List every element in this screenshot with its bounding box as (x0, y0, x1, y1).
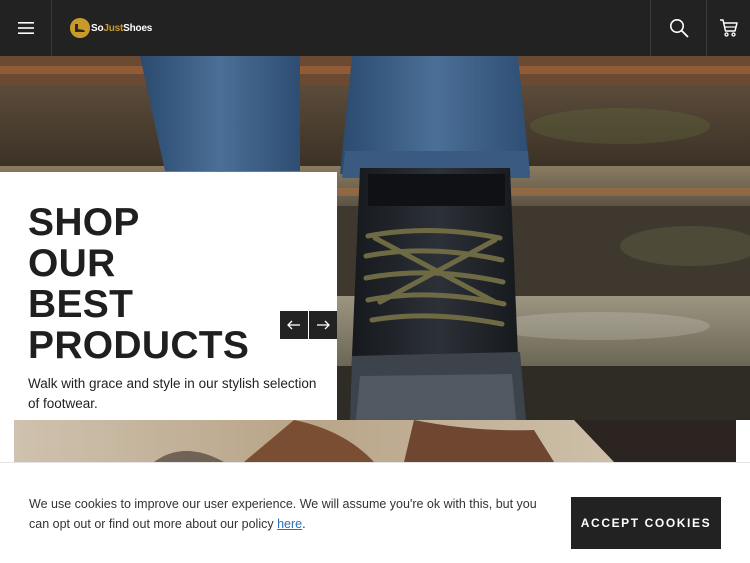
hero-text-panel: SHOP OUR BEST PRODUCTS Walk with grace a… (0, 172, 337, 420)
hero-title-line: OUR (28, 242, 116, 285)
cookie-consent-bar: We use cookies to improve our user exper… (0, 462, 750, 563)
hero-title: SHOP OUR BEST PRODUCTS (28, 202, 328, 366)
secondary-banner-image (14, 420, 736, 462)
slider-next-button[interactable] (309, 311, 337, 339)
search-button[interactable] (650, 0, 706, 56)
cookie-message-end: . (302, 517, 306, 531)
slider-prev-button[interactable] (280, 311, 308, 339)
accept-cookies-button[interactable]: ACCEPT COOKIES (571, 497, 721, 549)
site-logo[interactable]: SoJustShoes (70, 16, 152, 40)
cart-icon (719, 19, 738, 37)
hero-subtitle: Walk with grace and style in our stylish… (28, 376, 317, 411)
search-icon (669, 19, 688, 38)
site-header: SoJustShoes (0, 0, 750, 56)
arrow-right-icon (317, 320, 330, 330)
hero-title-line: SHOP (28, 201, 140, 244)
cart-button[interactable] (706, 0, 750, 56)
arrow-left-icon (287, 320, 300, 330)
menu-button[interactable] (0, 0, 52, 56)
cookie-message: We use cookies to improve our user exper… (29, 494, 539, 534)
hamburger-menu-icon (17, 22, 34, 34)
logo-mark (70, 18, 90, 38)
logo-text: SoJustShoes (91, 22, 153, 34)
cookie-policy-link[interactable]: here (277, 517, 302, 531)
